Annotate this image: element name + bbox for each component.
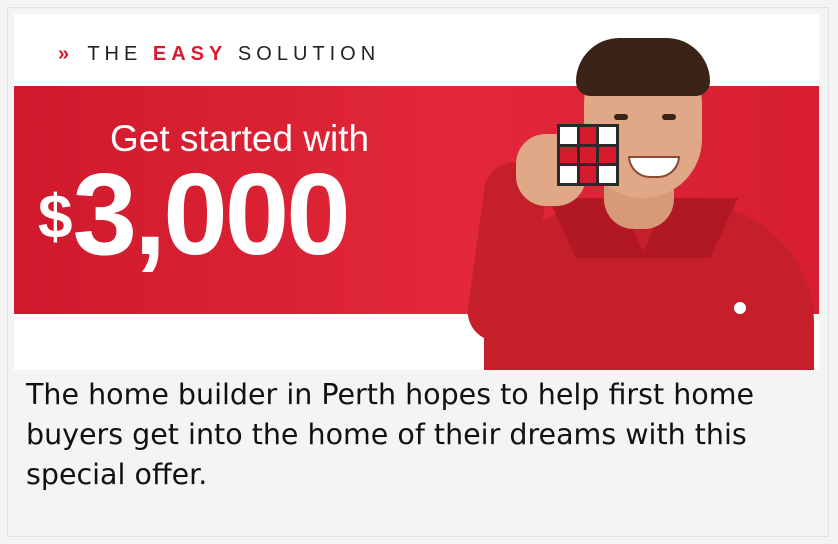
- shirt-logo-icon: [734, 298, 782, 318]
- promo-banner-image[interactable]: » THE EASY SOLUTION Get started with $ 3…: [14, 14, 819, 370]
- image-caption: The home builder in Perth hopes to help …: [26, 378, 754, 491]
- currency-symbol: $: [38, 183, 73, 252]
- tagline-the: THE: [87, 43, 143, 65]
- amount-value: 3,000: [72, 149, 350, 279]
- tagline: » THE EASY SOLUTION: [58, 43, 380, 66]
- hair: [576, 38, 710, 96]
- person-illustration: [444, 34, 819, 370]
- eye-right: [662, 114, 676, 120]
- offer-amount: $ 3,000: [38, 149, 351, 279]
- tagline-easy: EASY: [152, 43, 228, 65]
- tagline-solution: SOLUTION: [237, 43, 381, 65]
- eye-left: [614, 114, 628, 120]
- puzzle-cube-icon: [557, 124, 619, 186]
- chevron-double-right-icon: »: [58, 43, 72, 65]
